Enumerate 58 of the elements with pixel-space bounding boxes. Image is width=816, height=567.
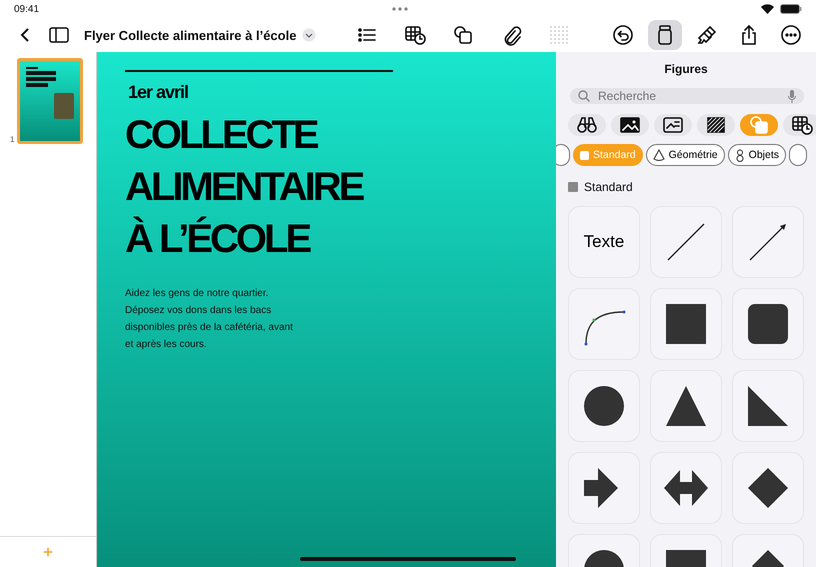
shape-tile[interactable] <box>568 288 640 360</box>
brush-icon <box>696 24 718 46</box>
multitask-dots-icon <box>391 7 410 11</box>
chevron-left-icon <box>20 27 30 43</box>
photo-tab[interactable] <box>611 114 649 136</box>
objects-icon <box>734 148 745 162</box>
search-icon <box>578 90 590 102</box>
date-text: 1er avril <box>128 82 190 103</box>
shape-tile[interactable] <box>650 452 722 524</box>
document-title[interactable]: Flyer Collecte alimentaire à l’école <box>84 28 296 42</box>
cone-icon <box>652 149 665 161</box>
shape-tile[interactable] <box>732 452 804 524</box>
section-heading: Standard <box>584 180 633 194</box>
pattern-tab[interactable] <box>697 114 735 136</box>
square-icon <box>580 150 589 160</box>
shape-tile[interactable] <box>650 206 722 278</box>
shape-tile[interactable] <box>732 206 804 278</box>
search-input[interactable]: Recherche <box>596 88 782 104</box>
panel-title: Figures <box>663 62 709 76</box>
category-chip[interactable]: Géométrie <box>646 144 725 166</box>
wifi-icon <box>761 4 774 14</box>
shapes-icon <box>452 24 474 46</box>
more-icon <box>780 24 802 46</box>
grid-icon <box>548 24 570 46</box>
category-chip[interactable]: Objets <box>728 144 786 166</box>
table-icon <box>791 114 813 136</box>
page-thumbnail[interactable] <box>17 58 84 144</box>
shape-tile[interactable] <box>732 288 804 360</box>
category-chip[interactable] <box>789 144 808 166</box>
search-field[interactable]: Recherche <box>570 88 804 104</box>
shape-tile[interactable] <box>568 370 640 442</box>
heading-line: ALIMENTAIRE <box>125 164 362 211</box>
category-chip[interactable] <box>556 144 570 166</box>
text-shape-tile[interactable]: Texte <box>568 206 640 278</box>
heading-line: À L’ÉCOLE <box>125 216 310 263</box>
page-number: 1 <box>10 135 14 144</box>
media-tab[interactable] <box>654 114 692 136</box>
media-icon <box>662 114 684 136</box>
photo-icon <box>619 114 641 136</box>
sidebar-icon <box>49 27 69 43</box>
heading-line: COLLECTE <box>125 112 317 159</box>
shape-tile[interactable] <box>568 452 640 524</box>
shape-tile[interactable] <box>650 370 722 442</box>
pattern-icon <box>705 114 727 136</box>
microphone-icon[interactable] <box>788 90 796 102</box>
binoculars-tab[interactable] <box>568 114 606 136</box>
shapes-icon <box>748 114 770 136</box>
chevron-down-icon[interactable] <box>302 28 316 42</box>
format-tool-button[interactable] <box>648 20 682 50</box>
battery-icon <box>780 4 802 14</box>
body-paragraph: Aidez les gens de notre quartier. Déposez vos dons dans les bacs disponibles près de la cafétéria, avant et après les cours. <box>125 287 294 352</box>
table-tab[interactable] <box>783 114 816 136</box>
square-icon <box>568 182 578 192</box>
shape-tile[interactable] <box>650 288 722 360</box>
table-icon <box>404 24 426 46</box>
shape-tile[interactable] <box>732 370 804 442</box>
undo-icon <box>612 24 634 46</box>
status-time: 09:41 <box>14 4 40 14</box>
